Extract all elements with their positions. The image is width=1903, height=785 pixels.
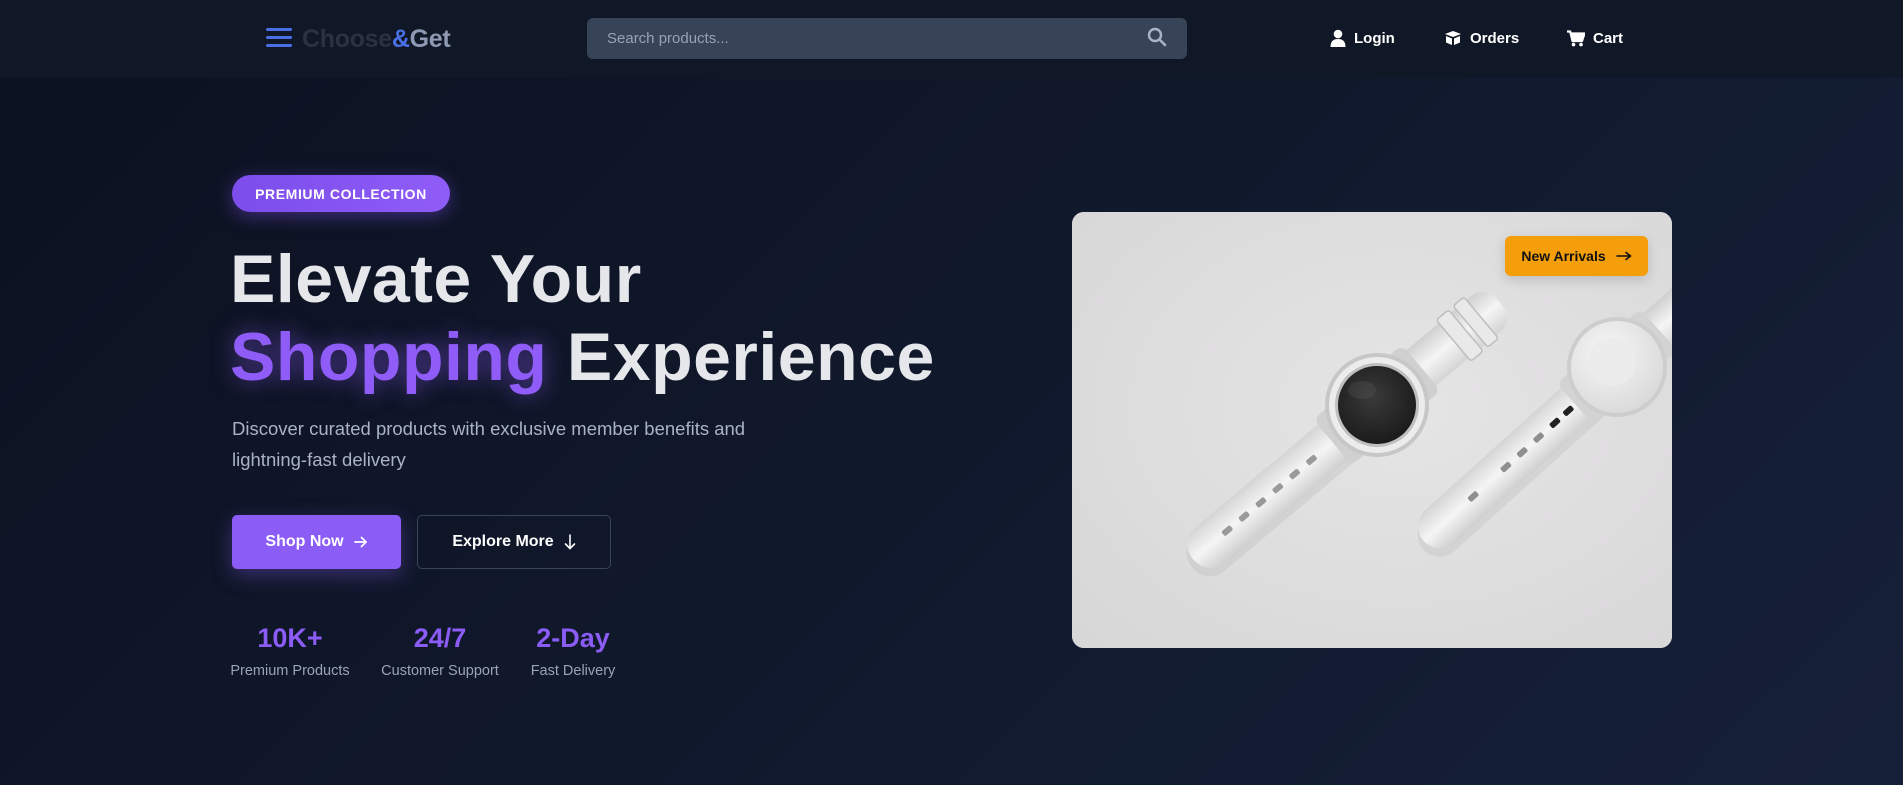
top-navbar: Choose&Get Login Orders Cart — [0, 0, 1903, 78]
logo-text-choose: Choose — [302, 25, 392, 53]
new-arrivals-tag[interactable]: New Arrivals — [1505, 236, 1648, 276]
stat-value: 24/7 — [413, 623, 467, 653]
long-arrow-right-icon — [1615, 251, 1631, 261]
premium-collection-badge: PREMIUM COLLECTION — [232, 175, 450, 212]
stat-label: Premium Products — [230, 663, 350, 679]
box-icon — [1445, 31, 1461, 45]
search-bar — [587, 18, 1187, 59]
orders-label: Orders — [1470, 29, 1520, 47]
explore-more-button[interactable]: Explore More — [417, 515, 611, 569]
logo-text-ampersand: & — [391, 25, 410, 53]
new-arrivals-label: New Arrivals — [1521, 248, 1606, 264]
arrow-right-icon — [353, 536, 367, 548]
hamburger-menu-icon[interactable] — [266, 28, 292, 48]
stat-customer-support: 24/7 Customer Support — [380, 621, 500, 679]
cart-icon — [1567, 29, 1585, 46]
stat-value: 10K+ — [257, 623, 323, 653]
search-icon[interactable] — [1147, 27, 1167, 47]
arrow-down-icon — [564, 534, 575, 550]
stat-value: 2-Day — [536, 623, 610, 653]
hero-title: Elevate Your Shopping Experience — [230, 240, 1010, 396]
user-icon — [1330, 29, 1346, 47]
cart-label: Cart — [1593, 29, 1624, 47]
cart-link[interactable]: Cart — [1567, 26, 1623, 50]
login-link[interactable]: Login — [1330, 26, 1395, 50]
shop-now-label: Shop Now — [265, 533, 344, 550]
stat-premium-products: 10K+ Premium Products — [230, 621, 350, 679]
hero-title-rest: Experience — [566, 319, 935, 395]
logo-text-get: Get — [409, 25, 451, 53]
explore-more-label: Explore More — [452, 533, 554, 550]
orders-link[interactable]: Orders — [1444, 26, 1519, 50]
stat-fast-delivery: 2-Day Fast Delivery — [527, 621, 619, 679]
login-label: Login — [1354, 29, 1395, 47]
brand-logo[interactable]: Choose&Get — [302, 24, 451, 54]
search-input[interactable] — [587, 18, 1147, 59]
hero-description: Discover curated products with exclusive… — [232, 418, 746, 470]
hero-title-line1: Elevate Your — [230, 241, 642, 317]
smartwatch-photo — [1072, 212, 1672, 648]
stat-label: Fast Delivery — [530, 663, 616, 679]
shop-now-button[interactable]: Shop Now — [232, 515, 401, 569]
featured-product-image[interactable] — [1072, 212, 1672, 648]
stat-label: Customer Support — [381, 663, 499, 679]
hero-title-accent: Shopping — [230, 319, 548, 395]
